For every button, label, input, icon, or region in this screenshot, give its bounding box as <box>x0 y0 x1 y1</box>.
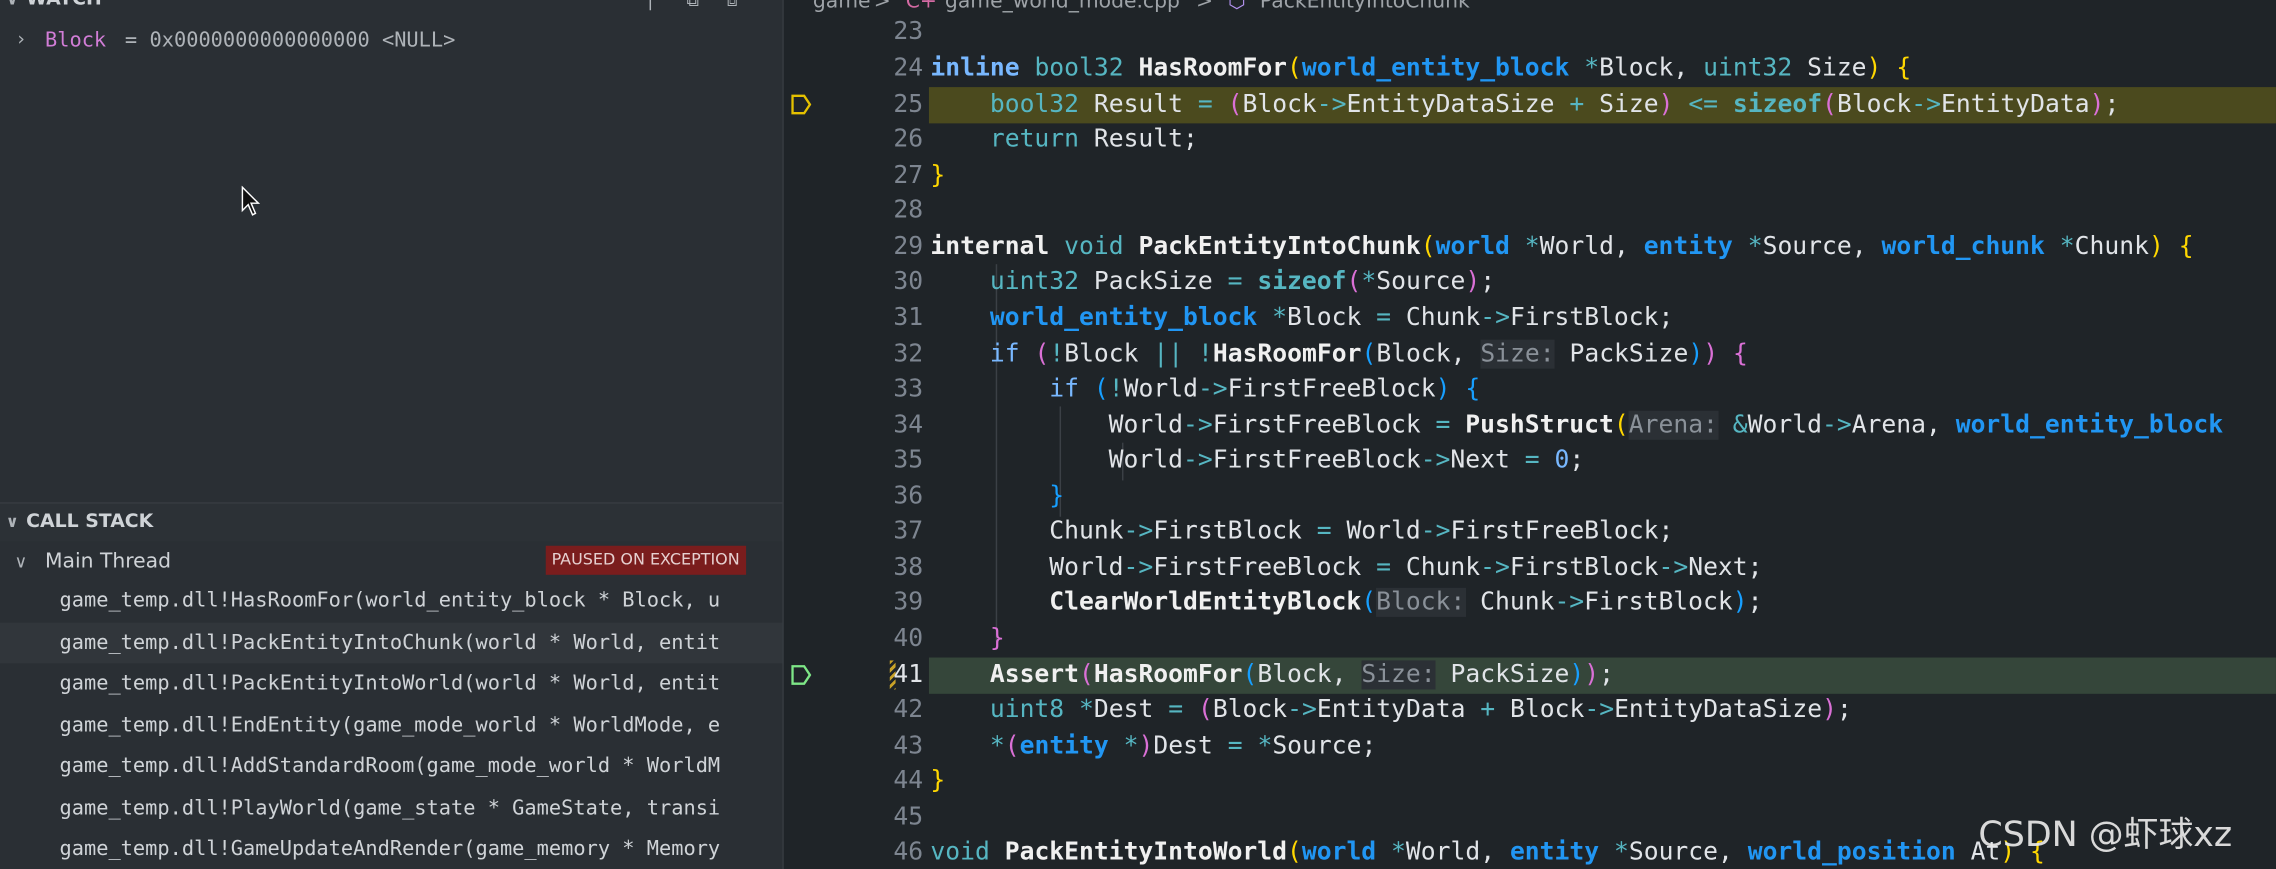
stack-frame-label: game_temp.dll!PlayWorld(game_state * Gam… <box>59 796 721 821</box>
watch-item-equals: = <box>124 29 138 53</box>
code-line: 44} <box>784 763 2276 799</box>
line-number: 27 <box>893 161 924 191</box>
line-number: 23 <box>893 17 924 47</box>
watch-item-name: Block <box>44 29 107 53</box>
code-line: 34 World->FirstFreeBlock = PushStruct(Ar… <box>784 408 2276 444</box>
code-line: 24 inline bool32 HasRoomFor(world_entity_… <box>784 51 2276 87</box>
stack-frame-label: game_temp.dll!PackEntityIntoChunk(world … <box>59 631 721 655</box>
call-stack-title: CALL STACK <box>26 510 154 533</box>
watch-toolbar: | ⧉ ⧈ <box>647 0 737 19</box>
watch-item-value: 0x0000000000000000 <NULL> <box>149 29 456 53</box>
stack-frame-label: game_temp.dll!PackEntityIntoWorld(world … <box>59 672 721 696</box>
line-number: 37 <box>893 516 924 546</box>
thread-name: Main Thread <box>44 550 172 574</box>
chevron-down-icon[interactable]: ∨ <box>6 504 19 542</box>
line-number: 30 <box>893 267 924 297</box>
line-number: 34 <box>893 410 924 440</box>
mouse-pointer-icon <box>241 185 261 216</box>
thread-row[interactable]: ∨ Main Thread PAUSED ON EXCEPTION <box>0 543 782 581</box>
watch-section-header[interactable]: ∨ WATCH | ⧉ ⧈ <box>0 0 782 19</box>
code-line: 38 World->FirstFreeBlock = Chunk->FirstB… <box>784 550 2276 586</box>
line-number: 41 <box>893 660 924 690</box>
stack-frame[interactable]: game_temp.dll!HasRoomFor(world_entity_bl… <box>0 581 782 622</box>
code-line: 27} <box>784 158 2276 194</box>
call-frame-marker-icon[interactable] <box>791 665 812 685</box>
line-number: 39 <box>893 587 924 617</box>
chevron-down-icon[interactable]: ∨ <box>15 543 28 581</box>
code-line: 30 uint32 PackSize = sizeof(*Source); <box>784 264 2276 300</box>
stack-frame[interactable]: game_temp.dll!PackEntityIntoChunk(world … <box>0 622 783 664</box>
line-number: 44 <box>893 766 924 796</box>
code-line: 28 <box>784 193 2276 229</box>
code-line: 29 internal void PackEntityIntoChunk(worl… <box>784 229 2276 265</box>
line-number: 42 <box>893 695 924 725</box>
exception-breakpoint-icon[interactable] <box>791 94 812 115</box>
stack-frame-label: game_temp.dll!EndEntity(game_mode_world … <box>59 714 721 738</box>
line-number: 33 <box>893 374 924 404</box>
collapse-all-icon[interactable]: ⧉ <box>686 0 698 10</box>
stack-frame-label: game_temp.dll!GameUpdateAndRender(game_m… <box>59 837 721 861</box>
stack-frame[interactable]: game_temp.dll!EndEntity(game_mode_world … <box>0 705 782 746</box>
line-number: 29 <box>893 232 924 262</box>
stack-frame-label: game_temp.dll!HasRoomFor(world_entity_bl… <box>59 589 721 613</box>
line-number: 40 <box>893 624 924 654</box>
code-line: 26 return Result; <box>784 122 2276 158</box>
code-line: 31 world_entity_block *Block = Chunk->Fi… <box>784 300 2276 336</box>
line-number: 31 <box>893 303 924 333</box>
line-number: 24 <box>893 53 924 83</box>
line-number: 46 <box>893 837 924 867</box>
add-expression-icon[interactable]: | <box>647 0 653 10</box>
code-line-exception: 25 bool32 Result = (Block->EntityDataSiz… <box>784 87 2276 123</box>
line-number: 26 <box>893 124 924 154</box>
code-line: 33 if (!World->FirstFreeBlock) { <box>784 372 2276 408</box>
line-number: 28 <box>893 195 924 225</box>
code-line: 36 } <box>784 479 2276 515</box>
code-line: 43 *(entity *)Dest = *Source; <box>784 729 2276 765</box>
chevron-right-icon[interactable]: › <box>17 25 25 57</box>
debug-side-panel: ∨ WATCH | ⧉ ⧈ › Block = 0x00000000000000… <box>0 0 783 869</box>
stack-frame[interactable]: game_temp.dll!PlayWorld(game_state * Gam… <box>0 788 782 829</box>
code-line: 35 World->FirstFreeBlock->Next = 0; <box>784 443 2276 479</box>
code-line: 42 uint8 *Dest = (Block->EntityData + Bl… <box>784 692 2276 728</box>
watch-item[interactable]: › Block = 0x0000000000000000 <NULL> <box>0 25 782 57</box>
code-line: 40 } <box>784 621 2276 657</box>
line-number: 35 <box>893 445 924 475</box>
stack-frame[interactable]: game_temp.dll!AddStandardRoom(game_mode_… <box>0 746 782 787</box>
paused-status-badge: PAUSED ON EXCEPTION <box>545 545 746 575</box>
code-line: 39 ClearWorldEntityBlock(Block: Chunk->F… <box>784 585 2276 621</box>
watch-title: WATCH <box>26 0 102 19</box>
chevron-down-icon[interactable]: ∨ <box>6 0 19 19</box>
stack-frame-label: game_temp.dll!AddStandardRoom(game_mode_… <box>59 754 721 779</box>
code-line: 32 if (!Block || !HasRoomFor(Block, Size… <box>784 337 2276 373</box>
code-editor[interactable]: game > C+ game_world_mode.cpp > ⬡ PackEn… <box>783 0 2276 869</box>
csdn-watermark: CSDN @虾球xz <box>1978 814 2233 855</box>
line-number: 25 <box>893 89 924 120</box>
remove-all-icon[interactable]: ⧈ <box>727 0 738 10</box>
call-stack-section-header[interactable]: ∨ CALL STACK <box>0 502 783 542</box>
stack-frame[interactable]: game_temp.dll!PackEntityIntoWorld(world … <box>0 663 782 704</box>
stack-frame[interactable]: game_temp.dll!GameUpdateAndRender(game_m… <box>0 829 782 869</box>
code-line: 23 <box>784 15 2276 51</box>
line-number: 38 <box>893 553 924 583</box>
line-number: 32 <box>893 339 924 369</box>
line-number: 36 <box>893 481 924 511</box>
line-number: 45 <box>893 802 924 832</box>
line-number: 43 <box>893 731 924 761</box>
code-line: 37 Chunk->FirstBlock = World->FirstFreeB… <box>784 514 2276 550</box>
code-line-current: 41 Assert(HasRoomFor(Block, Size: PackSi… <box>784 657 2276 694</box>
